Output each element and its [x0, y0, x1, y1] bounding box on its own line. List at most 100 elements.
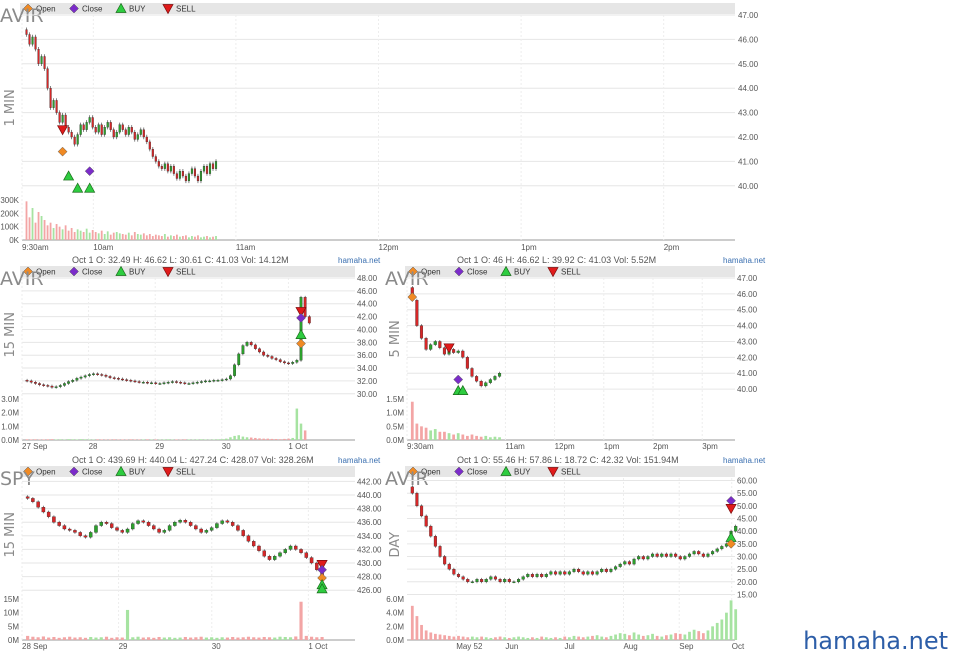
candle [498, 579, 502, 582]
x-tick-label: 12pm [379, 243, 399, 252]
candle [103, 127, 106, 135]
y-tick-label: 38.00 [357, 338, 378, 347]
candle [110, 523, 114, 528]
volume-bar [197, 235, 199, 240]
candle [572, 568, 576, 572]
y-tick-label: 40.00 [737, 385, 758, 394]
x-tick-label: 2pm [664, 243, 680, 252]
y-tick-label: 442.00 [357, 477, 382, 486]
candle [466, 579, 470, 582]
candle [133, 380, 137, 383]
volume-tick-label: 15M [3, 595, 19, 604]
candle [67, 528, 72, 531]
candle [148, 141, 151, 150]
candle [115, 527, 119, 531]
candle [209, 527, 214, 531]
volume-bar [209, 237, 211, 240]
volume-bar [484, 435, 488, 440]
volume-bar [489, 637, 493, 640]
candle [142, 129, 145, 138]
volume-bar [461, 434, 465, 440]
volume-bar [669, 634, 673, 640]
volume-bar [266, 438, 270, 440]
volume-bar [79, 230, 82, 240]
candle [711, 551, 715, 555]
candle [424, 338, 428, 350]
volume-bar [199, 636, 203, 640]
x-tick-label: 9:30am [407, 442, 434, 451]
volume-bar [494, 637, 497, 640]
volume-bar [288, 637, 293, 640]
candle [424, 515, 428, 527]
legend-label-sell: SELL [561, 268, 581, 277]
volume-tick-label: 2.0M [386, 622, 404, 631]
candle [278, 359, 282, 362]
volume-tick-label: 0.0M [386, 436, 404, 445]
candle [216, 380, 220, 382]
x-tick-label: 29 [155, 442, 164, 451]
candle [85, 122, 88, 130]
volume-bar [131, 637, 135, 640]
volume-bar [187, 439, 191, 440]
candle [214, 161, 218, 169]
volume-bar [43, 220, 46, 240]
legend-bar [20, 3, 735, 14]
candle [253, 344, 257, 349]
timeframe-label: 15 MIN [3, 512, 18, 557]
candle [507, 579, 511, 582]
candle [517, 579, 521, 582]
volume-bar [521, 637, 525, 640]
candle [178, 171, 181, 179]
x-tick-label: 30 [212, 642, 221, 651]
candle [461, 576, 465, 580]
candle [429, 344, 433, 350]
volume-bar [604, 637, 608, 640]
candle [67, 127, 70, 133]
volume-bar [420, 624, 423, 640]
candle [267, 556, 272, 560]
volume-bar [75, 439, 79, 440]
volume-bar [183, 636, 187, 640]
y-tick-label: 43.00 [737, 337, 758, 346]
volume-bar [188, 237, 190, 240]
candle [567, 571, 571, 575]
y-tick-label: 47.00 [737, 274, 758, 283]
candle [720, 546, 724, 550]
volume-tick-label: 3.0M [1, 395, 19, 404]
candle [55, 100, 58, 113]
candle [641, 556, 645, 560]
candle [104, 374, 108, 377]
timeframe-label: DAY [388, 532, 403, 558]
volume-bar [121, 439, 124, 440]
candle [54, 386, 58, 388]
volume-bar [429, 430, 433, 440]
volume-bar [674, 633, 678, 640]
candle [71, 380, 75, 382]
volume-tick-label: 100K [0, 223, 19, 232]
legend-label-buy: BUY [129, 468, 146, 477]
volume-tick-label: 6.0M [386, 595, 404, 604]
volume-bar [185, 235, 187, 240]
volume-bar [62, 637, 67, 640]
volume-bar [273, 637, 277, 640]
legend-label-buy: BUY [514, 468, 531, 477]
volume-tick-label: 0.0M [386, 636, 404, 645]
candle [83, 535, 88, 538]
volume-bar [470, 636, 474, 640]
volume-bar [124, 234, 127, 240]
candle [125, 528, 130, 533]
volume-bar [195, 439, 199, 440]
candle [493, 376, 497, 380]
volume-bar [595, 635, 599, 640]
volume-bar [130, 235, 133, 240]
volume-bar [109, 234, 112, 240]
x-tick-label: Sep [679, 642, 694, 651]
volume-bar [118, 233, 121, 240]
volume-bar [157, 235, 160, 240]
candle [470, 581, 474, 583]
volume-bar [563, 636, 567, 640]
candle [646, 556, 650, 560]
volume-bar [577, 636, 581, 640]
volume-bar [83, 637, 88, 640]
volume-bar [89, 636, 93, 640]
